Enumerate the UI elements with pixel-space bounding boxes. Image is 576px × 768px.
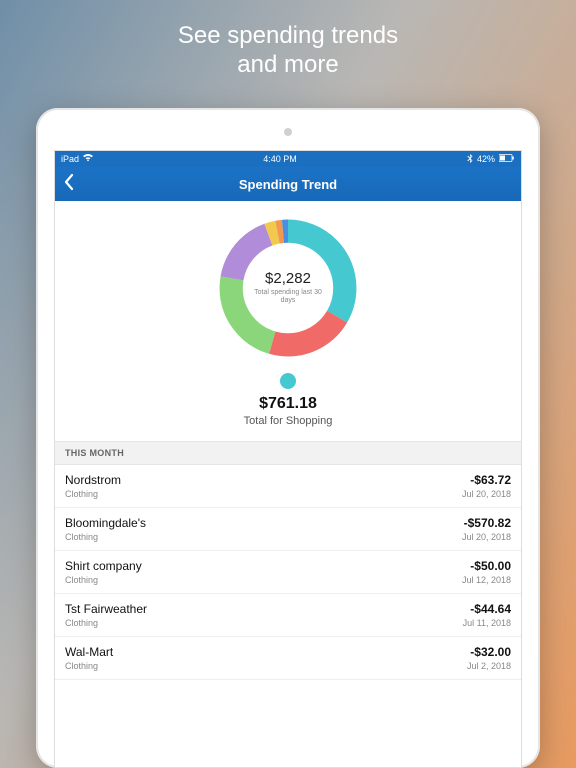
section-header: THIS MONTH <box>55 441 521 465</box>
screen: iPad 4:40 PM 42% <box>54 150 522 768</box>
chart-panel: $2,282 Total spending last 30 days $761.… <box>55 201 521 441</box>
donut-chart[interactable]: $2,282 Total spending last 30 days <box>213 213 363 363</box>
merchant-category: Clothing <box>65 618 147 628</box>
txn-amount: -$63.72 <box>462 473 511 487</box>
selected-label: Total for Shopping <box>55 415 521 427</box>
transaction-row[interactable]: Tst Fairweather Clothing -$44.64 Jul 11, 20… <box>55 594 521 637</box>
selected-slice-dot <box>280 373 296 389</box>
txn-amount: -$570.82 <box>462 516 511 530</box>
nav-bar: Spending Trend <box>55 167 521 201</box>
donut-total: $2,282 <box>251 270 326 287</box>
marketing-headline: See spending trends and more <box>0 0 576 80</box>
ipad-frame: iPad 4:40 PM 42% <box>36 108 540 768</box>
clock: 4:40 PM <box>263 154 297 164</box>
transaction-row[interactable]: Shirt company Clothing -$50.00 Jul 12, 2018 <box>55 551 521 594</box>
txn-date: Jul 20, 2018 <box>462 532 511 542</box>
txn-amount: -$32.00 <box>467 645 511 659</box>
merchant-name: Shirt company <box>65 559 142 573</box>
txn-date: Jul 11, 2018 <box>463 618 511 628</box>
battery-icon <box>499 154 515 164</box>
device-name: iPad <box>61 154 79 164</box>
merchant-category: Clothing <box>65 575 142 585</box>
merchant-category: Clothing <box>65 489 121 499</box>
back-button[interactable] <box>63 173 75 195</box>
txn-amount: -$50.00 <box>462 559 511 573</box>
donut-center: $2,282 Total spending last 30 days <box>251 270 326 306</box>
merchant-category: Clothing <box>65 661 113 671</box>
bluetooth-icon <box>467 154 473 165</box>
transaction-row[interactable]: Wal-Mart Clothing -$32.00 Jul 2, 2018 <box>55 637 521 680</box>
transaction-list: NordstromClothing-$63.72Jul 20, 2018Bloo… <box>55 465 521 680</box>
merchant-name: Nordstrom <box>65 473 121 487</box>
headline-line1: See spending trends <box>178 22 398 49</box>
txn-date: Jul 20, 2018 <box>462 489 511 499</box>
headline-line2: and more <box>237 51 338 78</box>
txn-amount: -$44.64 <box>463 602 511 616</box>
txn-date: Jul 12, 2018 <box>462 575 511 585</box>
transaction-row[interactable]: Nordstrom Clothing -$63.72 Jul 20, 2018 <box>55 465 521 508</box>
merchant-name: Tst Fairweather <box>65 602 147 616</box>
merchant-name: Wal-Mart <box>65 645 113 659</box>
selected-amount: $761.18 <box>55 395 521 413</box>
battery-pct: 42% <box>477 154 495 164</box>
merchant-name: Bloomingdale's <box>65 516 146 530</box>
txn-date: Jul 2, 2018 <box>467 661 511 671</box>
transaction-row[interactable]: Bloomingdale's Clothing -$570.82 Jul 20, 20… <box>55 508 521 551</box>
donut-subtitle: Total spending last 30 days <box>251 289 326 306</box>
page-title: Spending Trend <box>239 177 337 192</box>
wifi-icon <box>83 154 93 164</box>
merchant-category: Clothing <box>65 532 146 542</box>
status-bar: iPad 4:40 PM 42% <box>55 151 521 167</box>
